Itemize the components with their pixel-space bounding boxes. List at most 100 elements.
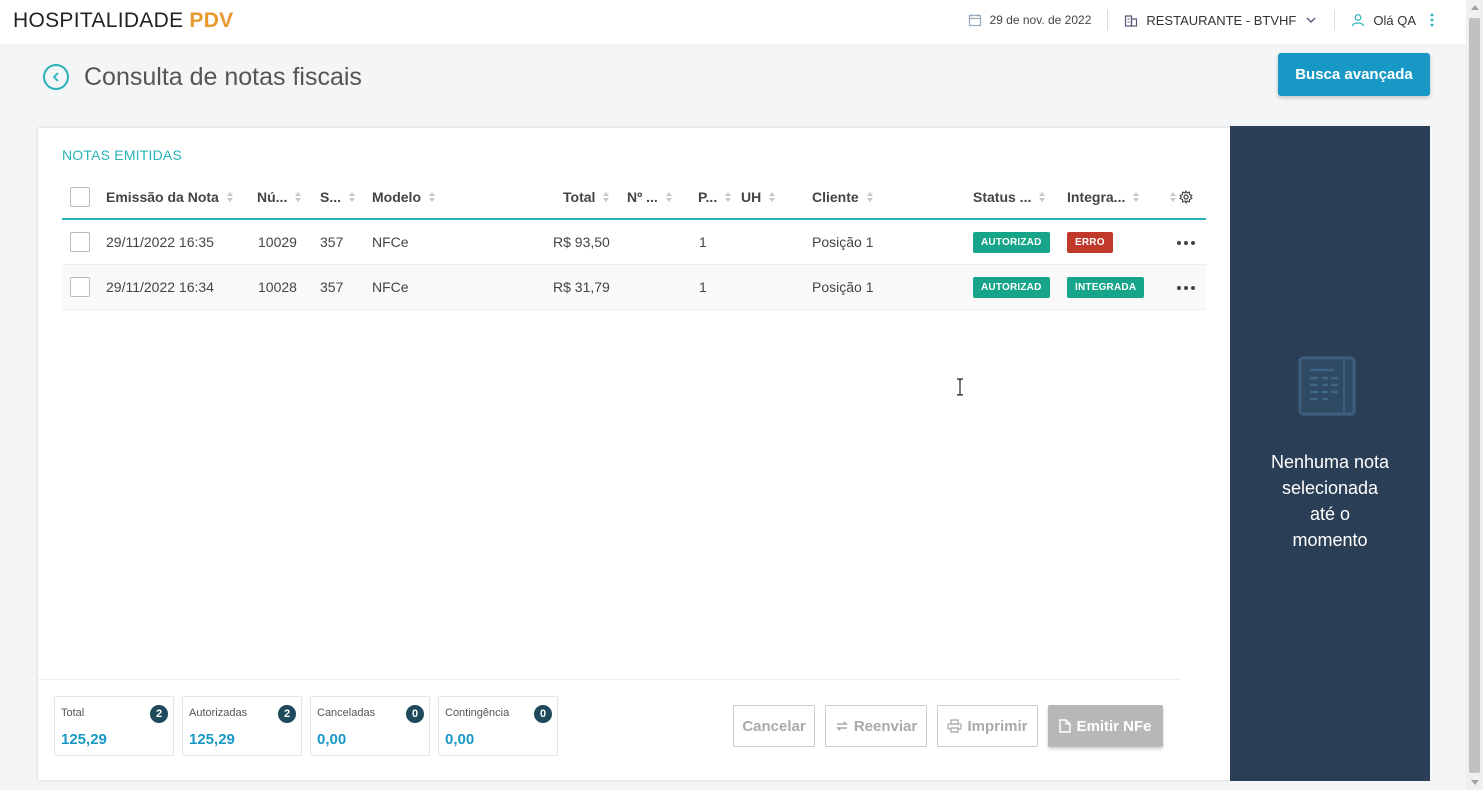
col-integracao[interactable]: Integra... [1067, 176, 1140, 218]
logo-main-text: HOSPITALIDADE [13, 9, 184, 32]
col-label: Modelo [372, 189, 421, 205]
sort-icon [1170, 192, 1176, 202]
top-right-controls: 29 de nov. de 2022 RESTAURANTE - BTVHF O… [968, 0, 1435, 40]
integration-badge: ERRO [1067, 231, 1113, 253]
integration-badge: INTEGRADA [1067, 276, 1145, 298]
column-settings-button[interactable] [1179, 176, 1193, 218]
emit-nfe-button[interactable]: Emitir NFe [1048, 705, 1163, 747]
building-icon [1125, 15, 1138, 27]
cell-serie: 357 [320, 234, 344, 250]
page-title: Consulta de notas fiscais [84, 63, 362, 91]
col-label: S... [320, 189, 342, 205]
summary-value: 0,00 [317, 731, 347, 748]
more-actions-icon[interactable] [1177, 237, 1195, 249]
summary-canceladas: Canceladas 0 0,00 [310, 696, 430, 756]
col-p[interactable]: P... [698, 176, 732, 218]
detail-side-panel: Nenhuma nota selecionada até o momento [1230, 126, 1430, 781]
col-numero-seq[interactable]: Nº ... [627, 176, 672, 218]
col-label: Nº ... [627, 189, 658, 205]
col-label: Cliente [812, 189, 859, 205]
refresh-icon [835, 721, 848, 731]
invoice-illustration-icon [1298, 356, 1356, 416]
col-cliente[interactable]: Cliente [812, 176, 873, 218]
scroll-up-arrow[interactable] [1471, 5, 1479, 10]
section-title: NOTAS EMITIDAS [62, 147, 182, 163]
col-total[interactable]: Total [563, 176, 610, 218]
table-row[interactable]: 29/11/2022 16:35 10029 357 NFCe R$ 93,50… [62, 220, 1206, 265]
col-label: Emissão da Nota [106, 189, 219, 205]
select-all-checkbox[interactable] [70, 187, 90, 207]
cell-p: 1 [699, 279, 707, 295]
cell-cliente: Posição 1 [812, 234, 874, 250]
summary-count-badge: 0 [406, 705, 424, 723]
notes-card: NOTAS EMITIDAS Emissão da Nota Nú... S..… [38, 128, 1230, 780]
col-label: UH [741, 189, 762, 205]
summary-value: 125,29 [61, 731, 107, 748]
establishment-selector[interactable]: RESTAURANTE - BTVHF [1124, 13, 1318, 28]
user-menu[interactable]: Olá QA [1351, 13, 1434, 28]
row-checkbox[interactable] [70, 232, 90, 252]
notes-table: Emissão da Nota Nú... S... Modelo Total … [62, 176, 1206, 310]
advanced-search-button[interactable]: Busca avançada [1278, 53, 1430, 96]
scroll-thumb[interactable] [1469, 18, 1480, 773]
chevron-down-icon [1306, 17, 1316, 23]
current-date: 29 de nov. de 2022 [989, 13, 1092, 27]
resend-label: Reenviar [853, 717, 918, 735]
sort-icon [1133, 192, 1140, 202]
text-cursor-icon [957, 378, 963, 396]
cell-cliente: Posição 1 [812, 279, 874, 295]
summary-value: 0,00 [445, 731, 475, 748]
print-button[interactable]: Imprimir [937, 705, 1038, 747]
sort-icon [1039, 192, 1046, 202]
establishment-name: RESTAURANTE - BTVHF [1146, 12, 1297, 28]
summary-label: Autorizadas [189, 707, 248, 719]
divider [1334, 10, 1336, 30]
cell-numero: 10029 [258, 234, 297, 250]
summary-count-badge: 0 [534, 705, 552, 723]
logo-accent-text: PDV [189, 9, 234, 32]
row-actions [1177, 265, 1195, 309]
row-select-cell [70, 220, 90, 264]
col-serie[interactable]: S... [320, 176, 356, 218]
cell-status: AUTORIZAD [973, 265, 1050, 309]
col-modelo[interactable]: Modelo [372, 176, 435, 218]
resend-button[interactable]: Reenviar [825, 705, 927, 747]
row-checkbox[interactable] [70, 277, 90, 297]
print-icon [947, 719, 963, 733]
sort-icon [429, 192, 435, 202]
col-status[interactable]: Status ... [973, 176, 1046, 218]
date-display: 29 de nov. de 2022 [968, 13, 1092, 27]
select-all-cell [70, 176, 90, 218]
scroll-down-arrow[interactable] [1471, 780, 1479, 785]
user-greeting: Olá QA [1373, 12, 1416, 28]
summary-contingencia: Contingência 0 0,00 [438, 696, 558, 756]
page-scrollbar[interactable] [1466, 0, 1483, 790]
col-uh[interactable]: UH [741, 176, 776, 218]
more-actions-icon[interactable] [1177, 282, 1195, 294]
row-select-cell [70, 265, 90, 309]
sort-icon [603, 192, 610, 202]
summary-label: Contingência [445, 707, 510, 719]
sort-icon [769, 192, 776, 202]
sort-icon [295, 192, 302, 202]
sort-icon [866, 192, 873, 202]
col-numero[interactable]: Nú... [257, 176, 302, 218]
cell-total: R$ 93,50 [553, 234, 610, 250]
summary-value: 125,29 [189, 731, 235, 748]
cell-status: AUTORIZAD [973, 220, 1050, 264]
settings-icon [1179, 190, 1193, 204]
user-icon [1352, 14, 1365, 27]
cell-total: R$ 31,79 [553, 279, 610, 295]
table-row[interactable]: 29/11/2022 16:34 10028 357 NFCe R$ 31,79… [62, 265, 1206, 310]
col-label: Total [563, 189, 596, 205]
app-logo[interactable]: HOSPITALIDADE PDV [13, 9, 233, 33]
col-actions-sort[interactable] [1162, 176, 1176, 218]
back-button[interactable] [43, 64, 69, 90]
col-emissao[interactable]: Emissão da Nota [106, 176, 233, 218]
summary-label: Total [61, 707, 85, 719]
cell-modelo: NFCe [372, 234, 409, 250]
kebab-icon[interactable] [1430, 13, 1434, 27]
cancel-button[interactable]: Cancelar [733, 705, 815, 747]
footer-divider [38, 679, 1180, 680]
sort-icon [349, 192, 356, 202]
